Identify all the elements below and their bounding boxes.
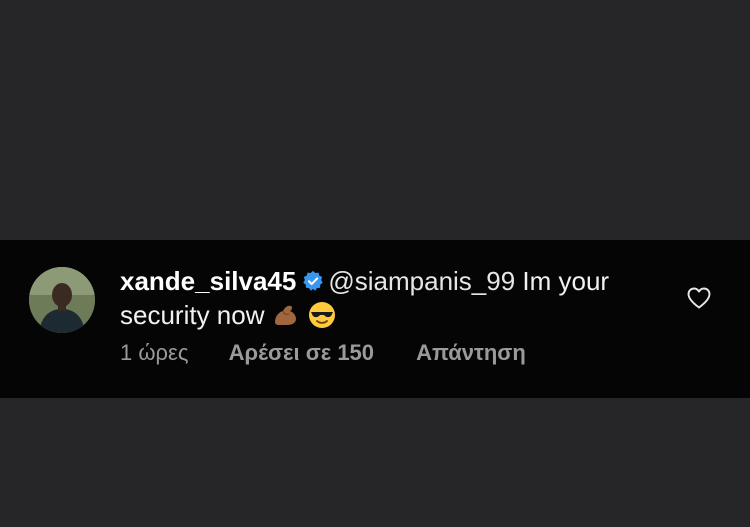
comment-meta: 1 ώρες Αρέσει σε 150 Απάντηση bbox=[120, 340, 526, 366]
comment-item: xande_silva45 @siampanis_99 Im your secu… bbox=[0, 240, 750, 398]
mention-link[interactable]: @siampanis_99 bbox=[328, 266, 515, 296]
likes-count-link[interactable]: Αρέσει σε 150 bbox=[229, 340, 374, 365]
screen: xande_silva45 @siampanis_99 Im your secu… bbox=[0, 0, 750, 527]
sunglasses-face-icon bbox=[307, 300, 337, 330]
avatar[interactable] bbox=[29, 267, 95, 333]
verified-badge-icon bbox=[302, 266, 324, 291]
flexed-biceps-icon bbox=[271, 300, 301, 330]
comment-text: xande_silva45 @siampanis_99 Im your secu… bbox=[120, 264, 660, 332]
comment-timestamp: 1 ώρες bbox=[120, 340, 189, 365]
reply-button[interactable]: Απάντηση bbox=[416, 340, 526, 365]
heart-outline-icon[interactable] bbox=[686, 286, 712, 310]
comment-username[interactable]: xande_silva45 bbox=[120, 266, 296, 296]
